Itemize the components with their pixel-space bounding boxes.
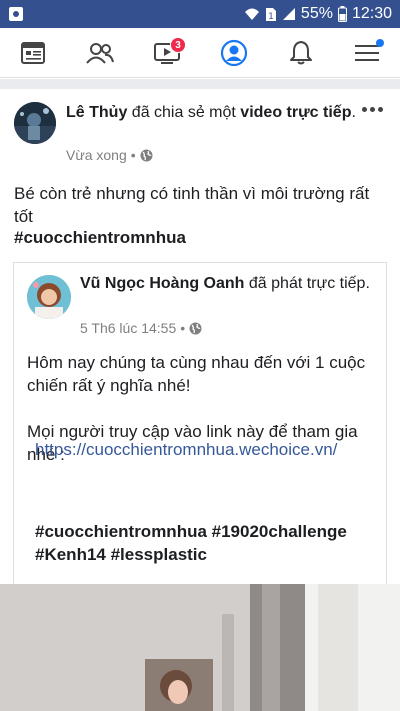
post-meta: Vừa xong • <box>66 147 153 163</box>
shared-post-meta: 5 Th6 lúc 14:55 • <box>80 320 202 336</box>
clock: 12:30 <box>351 5 392 22</box>
tab-news-feed[interactable] <box>8 28 58 78</box>
tab-notifications[interactable] <box>276 28 326 78</box>
tab-menu[interactable] <box>342 28 392 78</box>
menu-notification-dot <box>376 39 384 47</box>
feed-post: Lê Thủy đã chia sẻ một video trực tiếp. … <box>0 89 400 711</box>
shared-post-hashtags[interactable]: #cuocchientromnhua #19020challenge #Kenh… <box>35 520 375 566</box>
friends-icon <box>86 43 114 64</box>
video-frame <box>0 584 400 711</box>
sim-icon: 1 <box>265 7 276 22</box>
live-video-player[interactable] <box>0 584 400 711</box>
svg-text:1: 1 <box>268 12 274 22</box>
shared-author-name[interactable]: Vũ Ngọc Hoàng Oanh <box>80 275 244 292</box>
shared-paragraph-1: Hôm nay chúng ta cùng nhau đến với 1 cuộ… <box>27 353 366 395</box>
notification-icon <box>9 7 23 21</box>
globe-icon <box>189 322 202 334</box>
globe-icon <box>140 149 153 161</box>
news-feed-icon <box>21 42 45 64</box>
post-options-button[interactable] <box>360 103 384 115</box>
author-name[interactable]: Lê Thủy <box>66 104 127 121</box>
shared-post-timestamp[interactable]: 5 Th6 lúc 14:55 <box>80 320 176 336</box>
shared-post-action: đã phát trực tiếp. <box>244 275 370 292</box>
battery-percent: 55% <box>300 5 333 22</box>
more-dot-icon <box>361 106 367 112</box>
post-hashtag[interactable]: #cuocchientromnhua <box>14 228 186 248</box>
post-header: Lê Thủy đã chia sẻ một video trực tiếp. <box>66 104 356 121</box>
wifi-icon <box>244 8 259 20</box>
profile-icon <box>220 39 248 67</box>
shared-post-header: Vũ Ngọc Hoàng Oanh đã phát trực tiếp. <box>80 273 380 295</box>
tab-watch[interactable]: 3 <box>142 28 192 78</box>
feed-separator <box>0 79 400 89</box>
tab-friends[interactable] <box>75 28 125 78</box>
signal-icon <box>282 8 295 20</box>
status-bar: 1 55% 12:30 <box>0 0 400 28</box>
watch-badge: 3 <box>170 37 186 53</box>
top-tab-bar: 3 <box>0 28 400 78</box>
battery-icon <box>337 6 347 22</box>
post-caption: Bé còn trẻ nhưng có tinh thần vì môi trư… <box>14 184 370 226</box>
shared-author-avatar[interactable] <box>27 275 71 319</box>
tab-profile[interactable] <box>209 28 259 78</box>
shared-post-link[interactable]: https://cuocchientromnhua.wechoice.vn/ <box>35 440 337 460</box>
post-action: đã chia sẻ một <box>127 104 241 121</box>
post-timestamp[interactable]: Vừa xong <box>66 147 127 163</box>
shared-object-link[interactable]: video trực tiếp <box>240 104 351 121</box>
bell-icon <box>290 41 312 65</box>
author-avatar[interactable] <box>14 102 56 144</box>
